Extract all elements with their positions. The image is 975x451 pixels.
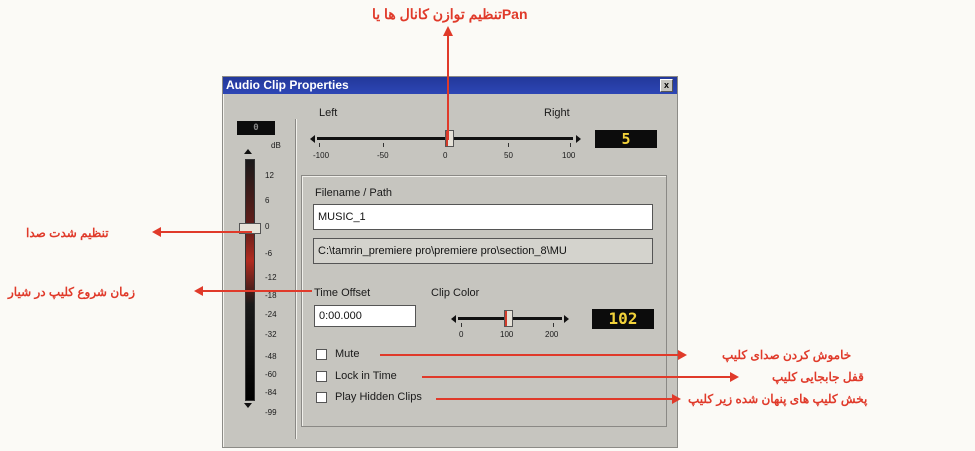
annotation-volume: تنظیم شدت صدا [26,226,109,240]
clip-color-label: Clip Color [431,287,480,299]
clip-color-left-arrow[interactable] [451,315,456,323]
meter-tick-label: -99 [265,408,277,417]
annotation-hidden: پخش کلیپ های پنهان شده زیر کلیپ [688,392,868,406]
time-offset-label: Time Offset [314,287,371,299]
meter-tick-label: 12 [265,171,274,180]
pan-tick-label: 50 [504,151,513,160]
pan-tick-label: 0 [443,151,448,160]
annotation-mute-arrow [380,354,678,356]
annotation-hidden-arrowhead [672,394,681,404]
meter-tick-label: -48 [265,352,277,361]
meter-tick-label: -12 [265,273,277,282]
annotation-hidden-arrow [436,398,672,400]
meter-down-arrow[interactable] [244,403,252,408]
lock-in-time-checkbox[interactable] [316,371,327,382]
title-bar[interactable]: Audio Clip Properties x [223,77,677,94]
db-label: dB [271,141,281,150]
annotation-mute: خاموش کردن صدای کلیپ [722,348,852,362]
mute-label: Mute [335,348,360,360]
pan-tick-label: -100 [313,151,330,160]
filename-input[interactable]: MUSIC_1 [313,204,653,230]
meter-up-arrow[interactable] [244,149,252,154]
pan-tick-label: 100 [562,151,576,160]
lock-in-time-label: Lock in Time [335,370,397,382]
volume-readout: 0 [237,121,275,135]
play-hidden-clips-label: Play Hidden Clips [335,391,422,403]
annotation-lock-arrowhead [730,372,739,382]
close-icon[interactable]: x [660,79,673,92]
clip-color-slider-thumb[interactable] [504,310,513,327]
annotation-volume-arrow [160,231,252,233]
meter-tick-label: -24 [265,310,277,319]
clip-color-tick-label: 200 [545,330,559,339]
meter-tick-label: 6 [265,196,270,205]
meter-tick-label: -60 [265,370,277,379]
annotation-lock-arrow [422,376,730,378]
annotation-offset-arrow [202,290,312,292]
filename-label: Filename / Path [315,187,393,199]
file-path-field: C:\tamrin_premiere pro\premiere pro\sect… [313,238,653,264]
meter-tick-label: -32 [265,330,277,339]
pan-left-arrow[interactable] [310,135,315,143]
volume-meter-track [245,159,255,401]
pan-tick-label: -50 [377,151,389,160]
meter-tick-label: -84 [265,388,277,397]
meter-tick-label: 0 [265,222,270,231]
pan-left-label: Left [319,107,338,119]
clip-color-tick-label: 0 [459,330,464,339]
clip-color-value-display: 102 [592,309,654,329]
clip-color-right-arrow[interactable] [564,315,569,323]
pan-value-display: 5 [595,130,657,148]
time-offset-input[interactable]: 0:00.000 [314,305,416,327]
meter-tick-label: -6 [265,249,273,258]
annotation-offset: زمان شروع کلیپ در شیار [8,285,136,299]
play-hidden-clips-checkbox[interactable] [316,392,327,403]
pan-right-label: Right [544,107,570,119]
pan-right-arrow[interactable] [576,135,581,143]
meter-tick-label: -18 [265,291,277,300]
annotation-lock: قفل جابجایی کلیپ [772,370,864,384]
dialog-title: Audio Clip Properties [226,78,349,92]
annotation-pan: تنظیم توازن کانال ها یاPan [372,6,528,22]
annotation-mute-arrowhead [678,350,687,360]
audio-clip-properties-dialog: Audio Clip Properties x 0 dB 12 6 0 -6 -… [222,76,678,448]
annotation-pan-arrow [447,34,449,140]
mute-checkbox[interactable] [316,349,327,360]
annotation-pan-arrowhead [443,26,453,36]
clip-color-tick-label: 100 [500,330,514,339]
